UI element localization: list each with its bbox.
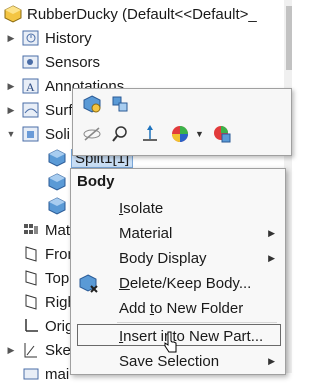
tree-item-label: Sensors (45, 53, 101, 71)
tree-item-solid-bodies[interactable]: ▼ Soli (6, 122, 70, 146)
tree-root-row[interactable]: RubberDucky (Default<<Default>_ (4, 2, 257, 26)
tree-item-label: Top (45, 269, 70, 287)
menu-item-isolate[interactable]: Isolate (71, 196, 285, 220)
tree-item-top-plane[interactable]: Top (22, 266, 69, 290)
tree-item-front-plane[interactable]: Fron (22, 242, 76, 266)
tree-item-sketch[interactable]: ▶ Ske (6, 338, 71, 362)
scrollbar-thumb[interactable] (286, 6, 292, 70)
part-title: RubberDucky (Default<<Default>_ (27, 5, 257, 23)
menu-separator (117, 322, 277, 323)
feature-icon (22, 365, 40, 383)
plane-icon (22, 245, 40, 263)
submenu-arrow-icon: ▶ (268, 227, 275, 238)
context-toolbar: ▼ (72, 88, 292, 156)
surface-bodies-icon (22, 101, 40, 119)
history-icon (22, 29, 40, 47)
appearance-icon[interactable] (169, 123, 191, 145)
tree-item-surface-bodies[interactable]: ▶ Surf (6, 98, 73, 122)
tree-item-label: Mat (45, 221, 71, 239)
menu-item-body-display[interactable]: Body Display ▶ (71, 246, 285, 270)
part-icon (4, 5, 22, 23)
delete-body-icon (79, 274, 99, 298)
body-icon (48, 173, 66, 191)
plane-icon (22, 269, 40, 287)
annotations-icon: A (22, 77, 40, 95)
expand-icon[interactable]: ▶ (6, 33, 16, 43)
body-icon (48, 149, 66, 167)
sensors-icon (22, 53, 40, 71)
origin-icon (22, 317, 40, 335)
normal-to-icon[interactable] (139, 123, 161, 145)
sketch-icon (22, 341, 40, 359)
menu-item-add-to-new-folder[interactable]: Add to New Folder (71, 296, 285, 320)
tree-item-sensors[interactable]: Sensors (22, 50, 100, 74)
submenu-arrow-icon: ▶ (268, 252, 275, 263)
tree-item-origin[interactable]: Orig (22, 314, 73, 338)
plane-icon (22, 293, 40, 311)
expand-icon[interactable]: ▶ (6, 105, 16, 115)
svg-text:A: A (26, 80, 35, 94)
hide-icon[interactable] (81, 123, 103, 145)
body-icon (48, 197, 66, 215)
zoom-to-selection-icon[interactable] (81, 93, 103, 115)
collapse-icon[interactable]: ▼ (6, 129, 16, 139)
tree-item-label: Ske (45, 341, 71, 359)
menu-header: Body (77, 173, 115, 190)
tree-item-history[interactable]: ▶ History (6, 26, 92, 50)
cursor-icon (162, 330, 180, 358)
tree-item-partial[interactable]: mai (22, 362, 69, 386)
tree-item-body[interactable] (48, 194, 71, 218)
tree-item-label: mai (45, 365, 70, 383)
expand-icon[interactable]: ▶ (6, 81, 16, 91)
solid-bodies-icon (22, 125, 40, 143)
tree-item-body[interactable] (48, 170, 71, 194)
tree-item-label: Surf (45, 101, 73, 119)
expand-icon[interactable]: ▶ (6, 345, 16, 355)
menu-item-material[interactable]: Material ▶ (71, 221, 285, 245)
menu-item-delete-keep-body[interactable]: Delete/Keep Body... (71, 271, 285, 295)
tree-item-label: History (45, 29, 92, 47)
tree-item-material[interactable]: Mat (22, 218, 70, 242)
submenu-arrow-icon: ▶ (268, 355, 275, 366)
zoom-icon[interactable] (109, 123, 131, 145)
tree-item-right-plane[interactable]: Righ (22, 290, 76, 314)
appearance-dropdown-icon[interactable]: ▼ (195, 129, 204, 139)
isolate-icon[interactable] (109, 93, 131, 115)
material-icon (22, 221, 40, 239)
tree-item-label: Soli (45, 125, 71, 143)
appearance-body-icon[interactable] (211, 123, 233, 145)
